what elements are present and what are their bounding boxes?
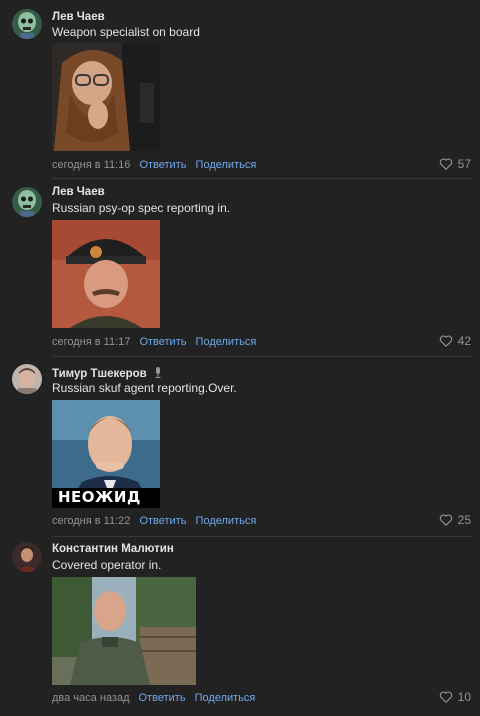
comment-text: Russian psy-op spec reporting in.	[52, 201, 231, 215]
heart-icon	[439, 691, 452, 703]
comment: Лев Чаев Weapon specialist on board сего…	[0, 0, 480, 179]
comment-author[interactable]: Константин Малютин	[52, 543, 174, 555]
comment-image[interactable]	[52, 43, 160, 151]
reply-button[interactable]: Ответить	[139, 515, 186, 527]
like-count: 57	[457, 157, 471, 171]
comment-meta: сегодня в 11:16 Ответить Поделиться	[52, 159, 256, 171]
share-button[interactable]: Поделиться	[196, 159, 257, 171]
like-count: 42	[457, 334, 471, 348]
avatar[interactable]	[12, 9, 42, 39]
officer-cap-image	[52, 220, 160, 328]
comment-time[interactable]: сегодня в 11:22	[52, 515, 130, 527]
zombie-avatar-icon	[12, 187, 42, 217]
comment: Константин Малютин Covered operator in. …	[0, 536, 480, 716]
person-avatar-icon	[12, 364, 42, 394]
like-button[interactable]: 57	[439, 157, 471, 171]
like-button[interactable]: 25	[439, 513, 471, 527]
avatar[interactable]	[12, 364, 42, 394]
comment-meta: сегодня в 11:17 Ответить Поделиться	[52, 336, 256, 348]
comment-text: Russian skuf agent reporting.Over.	[52, 381, 237, 395]
like-button[interactable]: 42	[439, 334, 471, 348]
comment-time[interactable]: сегодня в 11:16	[52, 159, 130, 171]
comment-time[interactable]: два часа назад	[52, 692, 129, 704]
reply-button[interactable]: Ответить	[139, 336, 186, 348]
comment: Лев Чаев Russian psy-op spec reporting i…	[0, 178, 480, 357]
comment-author[interactable]: Лев Чаев	[52, 11, 105, 23]
comment-meta: сегодня в 11:22 Ответить Поделиться	[52, 515, 256, 527]
image-caption: НЕОЖИД	[58, 488, 141, 506]
comment-meta: два часа назад Ответить Поделиться	[52, 692, 255, 704]
comment-author[interactable]: Лев Чаев	[52, 186, 105, 198]
avatar[interactable]	[12, 187, 42, 217]
bearded-man-image	[52, 43, 160, 151]
reply-button[interactable]: Ответить	[139, 692, 186, 704]
comment-text: Covered operator in.	[52, 558, 162, 572]
reply-button[interactable]: Ответить	[139, 159, 186, 171]
author-name[interactable]: Тимур Тшекеров	[52, 368, 147, 380]
uniformed-man-image	[52, 577, 196, 685]
comment-text: Weapon specialist on board	[52, 25, 200, 39]
person-avatar-icon	[12, 542, 42, 572]
zombie-avatar-icon	[12, 9, 42, 39]
share-button[interactable]: Поделиться	[196, 336, 257, 348]
comment-image[interactable]	[52, 577, 196, 685]
heart-icon	[439, 514, 452, 526]
comment: Тимур Тшекеров Russian skuf agent report…	[0, 356, 480, 537]
avatar[interactable]	[12, 542, 42, 572]
heart-icon	[439, 335, 452, 347]
share-button[interactable]: Поделиться	[195, 692, 256, 704]
comment-author[interactable]: Тимур Тшекеров	[52, 367, 162, 380]
heart-icon	[439, 158, 452, 170]
comment-time[interactable]: сегодня в 11:17	[52, 336, 130, 348]
like-count: 10	[457, 690, 471, 704]
comment-image[interactable]: НЕОЖИД	[52, 400, 160, 508]
like-count: 25	[457, 513, 471, 527]
share-button[interactable]: Поделиться	[196, 515, 257, 527]
comment-image[interactable]	[52, 220, 160, 328]
microphone-icon	[155, 367, 161, 378]
like-button[interactable]: 10	[439, 690, 471, 704]
